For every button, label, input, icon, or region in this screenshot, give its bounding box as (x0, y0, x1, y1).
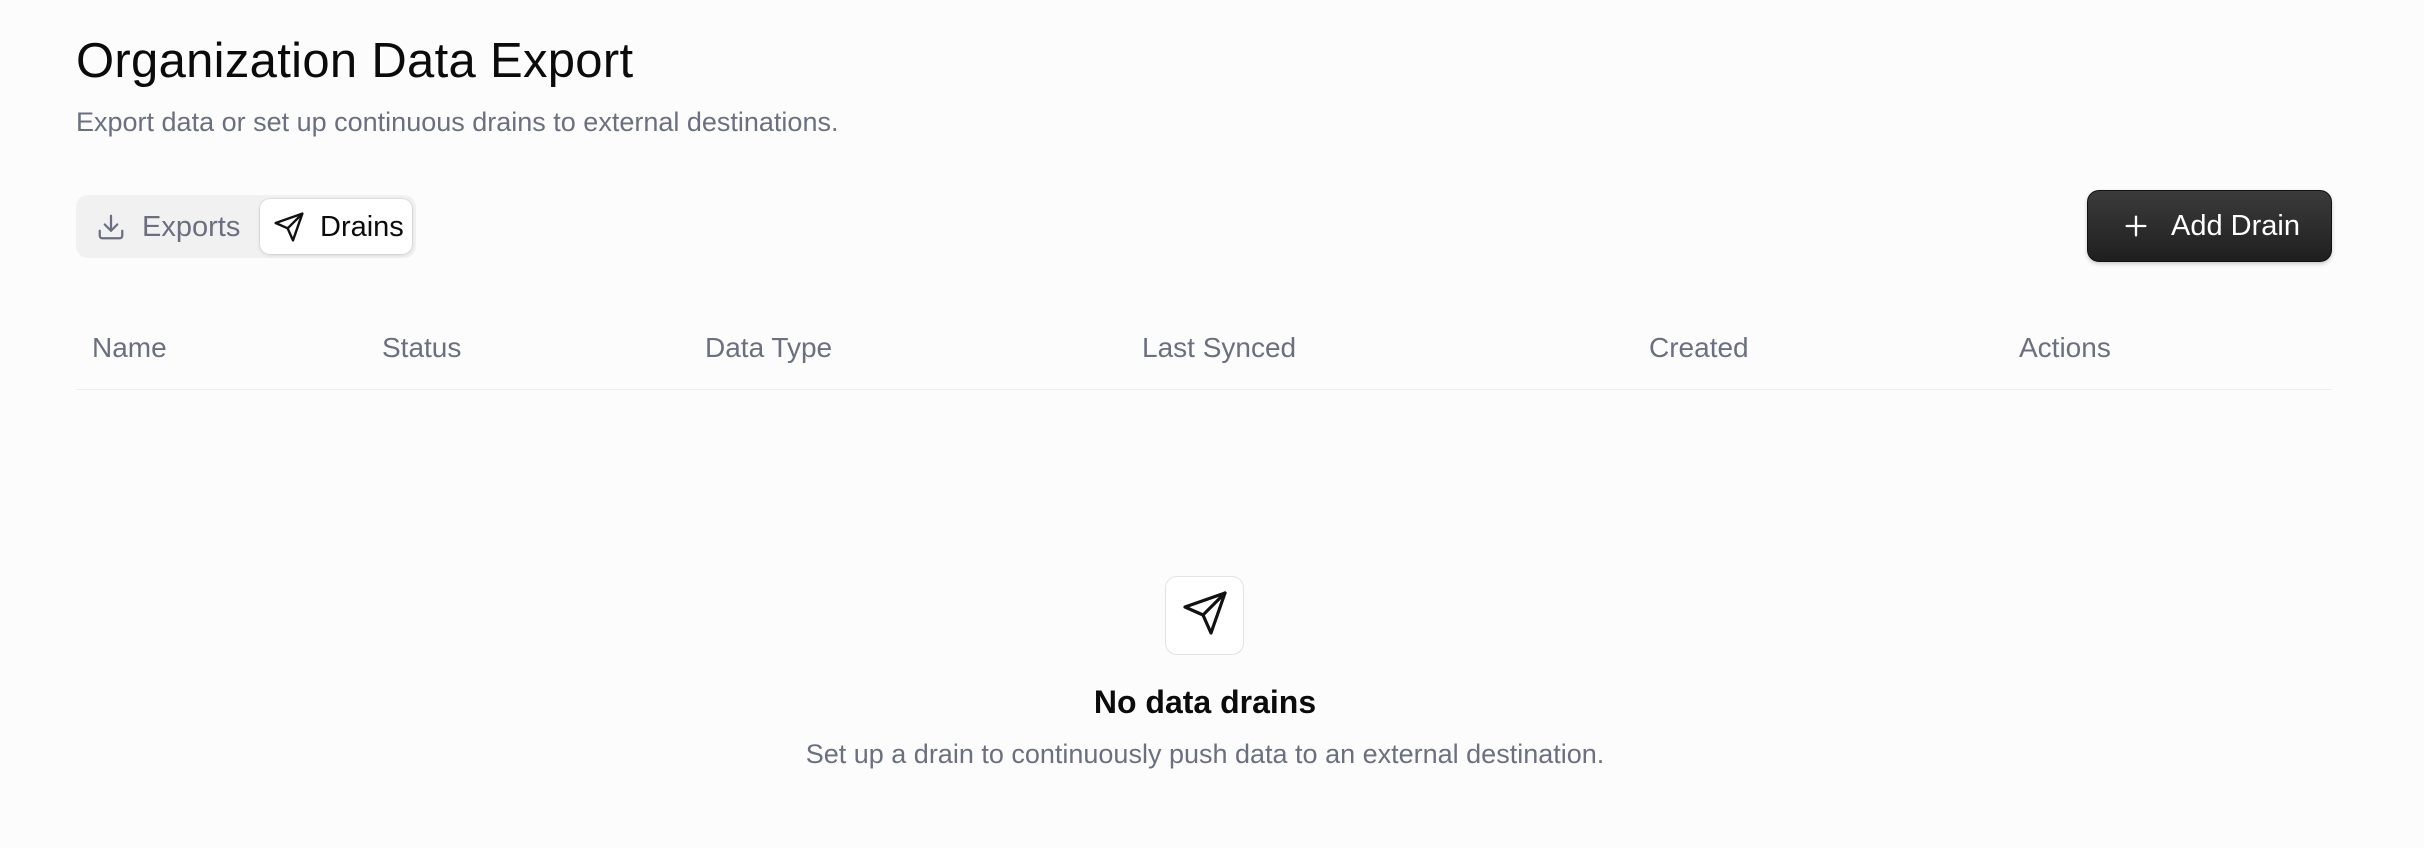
send-icon (1181, 589, 1229, 642)
empty-state-description: Set up a drain to continuously push data… (805, 739, 1605, 769)
plus-icon (2121, 211, 2151, 241)
page: Organization Data Export Export data or … (0, 0, 2424, 848)
table-header: Name Status Data Type Last Synced Create… (76, 318, 2332, 390)
tab-drains[interactable]: Drains (260, 199, 412, 254)
column-header-data-type[interactable]: Data Type (705, 332, 832, 364)
tab-exports[interactable]: Exports (80, 199, 260, 254)
column-header-last-synced[interactable]: Last Synced (1142, 332, 1296, 364)
column-header-status[interactable]: Status (382, 332, 461, 364)
page-title: Organization Data Export (76, 34, 634, 88)
column-header-created[interactable]: Created (1649, 332, 1749, 364)
empty-state-icon-box (1165, 576, 1244, 655)
tab-drains-label: Drains (320, 210, 404, 243)
add-drain-button[interactable]: Add Drain (2087, 190, 2332, 262)
page-subtitle: Export data or set up continuous drains … (76, 107, 839, 137)
tab-exports-label: Exports (142, 210, 241, 243)
view-tabs: Exports Drains (76, 195, 416, 258)
download-icon (94, 210, 128, 244)
column-header-name[interactable]: Name (92, 332, 167, 364)
empty-state-title: No data drains (1093, 684, 1317, 720)
send-icon (272, 210, 306, 244)
add-drain-label: Add Drain (2171, 209, 2300, 242)
column-header-actions: Actions (2019, 332, 2111, 363)
